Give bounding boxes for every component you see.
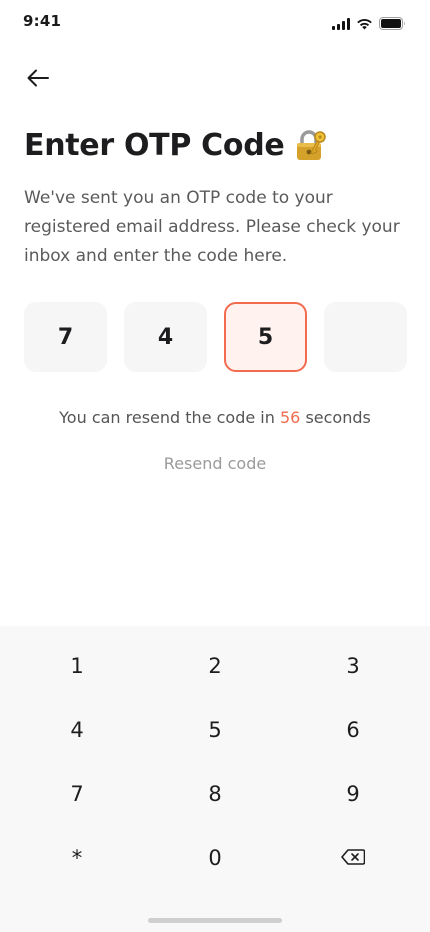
key-4[interactable]: 4 xyxy=(7,702,147,758)
title-row: Enter OTP Code xyxy=(24,128,328,163)
numeric-keypad: 1 2 3 4 5 6 7 8 9 * 0 xyxy=(0,626,430,932)
otp-input-row: 7 4 5 xyxy=(24,302,407,372)
resend-timer: You can resend the code in 56 seconds xyxy=(0,408,430,427)
backspace-key[interactable] xyxy=(283,830,423,886)
status-icons xyxy=(332,15,406,34)
otp-digit-3[interactable]: 5 xyxy=(224,302,307,372)
key-asterisk[interactable]: * xyxy=(7,830,147,886)
battery-icon xyxy=(379,15,406,34)
resend-timer-suffix: seconds xyxy=(305,408,371,427)
key-9[interactable]: 9 xyxy=(283,766,423,822)
home-indicator xyxy=(148,918,282,923)
key-3[interactable]: 3 xyxy=(283,638,423,694)
key-5[interactable]: 5 xyxy=(145,702,285,758)
back-button[interactable] xyxy=(22,64,54,96)
key-1[interactable]: 1 xyxy=(7,638,147,694)
key-2[interactable]: 2 xyxy=(145,638,285,694)
arrow-left-icon xyxy=(27,69,49,91)
description-text: We've sent you an OTP code to your regis… xyxy=(24,188,400,266)
otp-digit-1[interactable]: 7 xyxy=(24,302,107,372)
signal-icon xyxy=(332,15,350,34)
key-8[interactable]: 8 xyxy=(145,766,285,822)
resend-seconds: 56 xyxy=(279,408,301,427)
key-6[interactable]: 6 xyxy=(283,702,423,758)
resend-code-link[interactable]: Resend code xyxy=(0,454,430,473)
resend-timer-prefix: You can resend the code in xyxy=(59,408,275,427)
page-title: Enter OTP Code xyxy=(24,128,285,163)
status-bar: 9:41 xyxy=(0,0,430,44)
key-0[interactable]: 0 xyxy=(145,830,285,886)
key-7[interactable]: 7 xyxy=(7,766,147,822)
backspace-icon xyxy=(341,846,366,870)
status-time: 9:41 xyxy=(23,12,62,30)
wifi-icon xyxy=(356,15,373,34)
otp-digit-4[interactable] xyxy=(324,302,407,372)
lock-with-key-icon xyxy=(294,129,328,163)
otp-digit-2[interactable]: 4 xyxy=(124,302,207,372)
